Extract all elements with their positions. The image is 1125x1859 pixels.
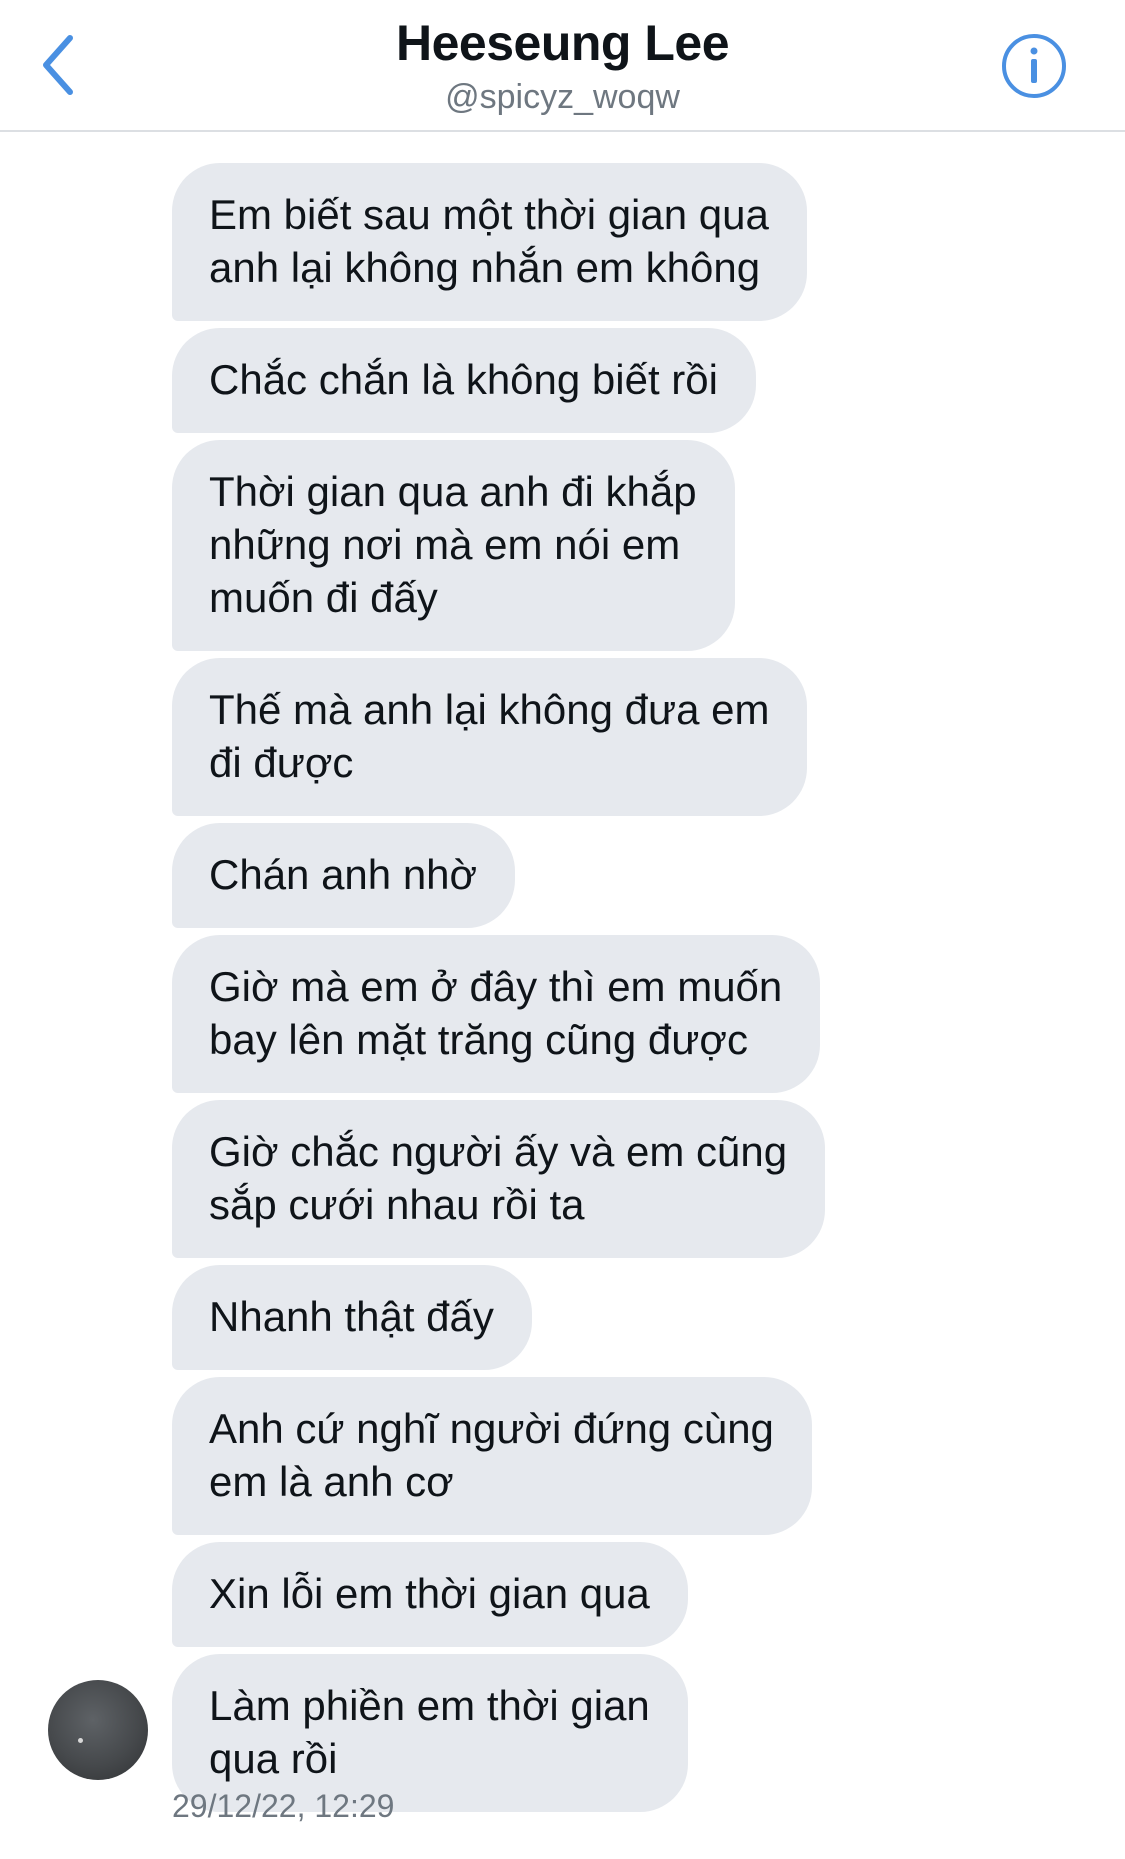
message-line: sắp cưới nhau rồi ta [209, 1181, 585, 1228]
message-line: anh lại không nhắn em không [209, 244, 761, 291]
conversation-title[interactable]: Heeseung Lee [0, 14, 1125, 72]
message-line: Giờ mà em ở đây thì em muốn [209, 963, 783, 1010]
message-line: muốn đi đấy [209, 574, 438, 621]
message-line: Làm phiền em thời gian [209, 1682, 650, 1729]
message-line: em là anh cơ [209, 1458, 454, 1505]
message-line: Chắc chắn là không biết rồi [209, 356, 718, 403]
message-line: qua rồi [209, 1735, 338, 1782]
info-icon [1002, 34, 1066, 98]
message-bubble[interactable]: Nhanh thật đấy [172, 1265, 532, 1370]
message-line: Thời gian qua anh đi khắp [209, 468, 697, 515]
avatar[interactable] [48, 1680, 148, 1780]
message-line: những nơi mà em nói em [209, 521, 681, 568]
message-line: Giờ chắc người ấy và em cũng [209, 1128, 788, 1175]
user-handle: @spicyz_woqw [445, 78, 680, 116]
message-line: Anh cứ nghĩ người đứng cùng [209, 1405, 774, 1452]
message-line: bay lên mặt trăng cũng được [209, 1016, 748, 1063]
message-bubble[interactable]: Chắc chắn là không biết rồi [172, 328, 756, 433]
message-thread: Em biết sau một thời gian qua anh lại kh… [172, 163, 932, 1819]
message-bubble[interactable]: Anh cứ nghĩ người đứng cùng em là anh cơ [172, 1377, 812, 1535]
message-bubble[interactable]: Chán anh nhờ [172, 823, 516, 928]
message-bubble[interactable]: Thời gian qua anh đi khắp những nơi mà e… [172, 440, 735, 651]
message-bubble[interactable]: Thế mà anh lại không đưa em đi được [172, 658, 808, 816]
conversation-header: Heeseung Lee @spicyz_woqw [0, 0, 1125, 132]
message-line: Nhanh thật đấy [209, 1293, 494, 1340]
info-button[interactable] [1000, 32, 1068, 100]
message-bubble[interactable]: Giờ mà em ở đây thì em muốn bay lên mặt … [172, 935, 821, 1093]
message-bubble[interactable]: Em biết sau một thời gian qua anh lại kh… [172, 163, 807, 321]
message-bubble[interactable]: Giờ chắc người ấy và em cũng sắp cưới nh… [172, 1100, 826, 1258]
message-line: Thế mà anh lại không đưa em [209, 686, 770, 733]
message-timestamp: 29/12/22, 12:29 [172, 1788, 395, 1824]
message-bubble[interactable]: Xin lỗi em thời gian qua [172, 1542, 688, 1647]
message-line: Em biết sau một thời gian qua [209, 191, 769, 238]
message-line: Xin lỗi em thời gian qua [209, 1570, 650, 1617]
message-line: đi được [209, 739, 354, 786]
message-line: Chán anh nhờ [209, 851, 478, 898]
